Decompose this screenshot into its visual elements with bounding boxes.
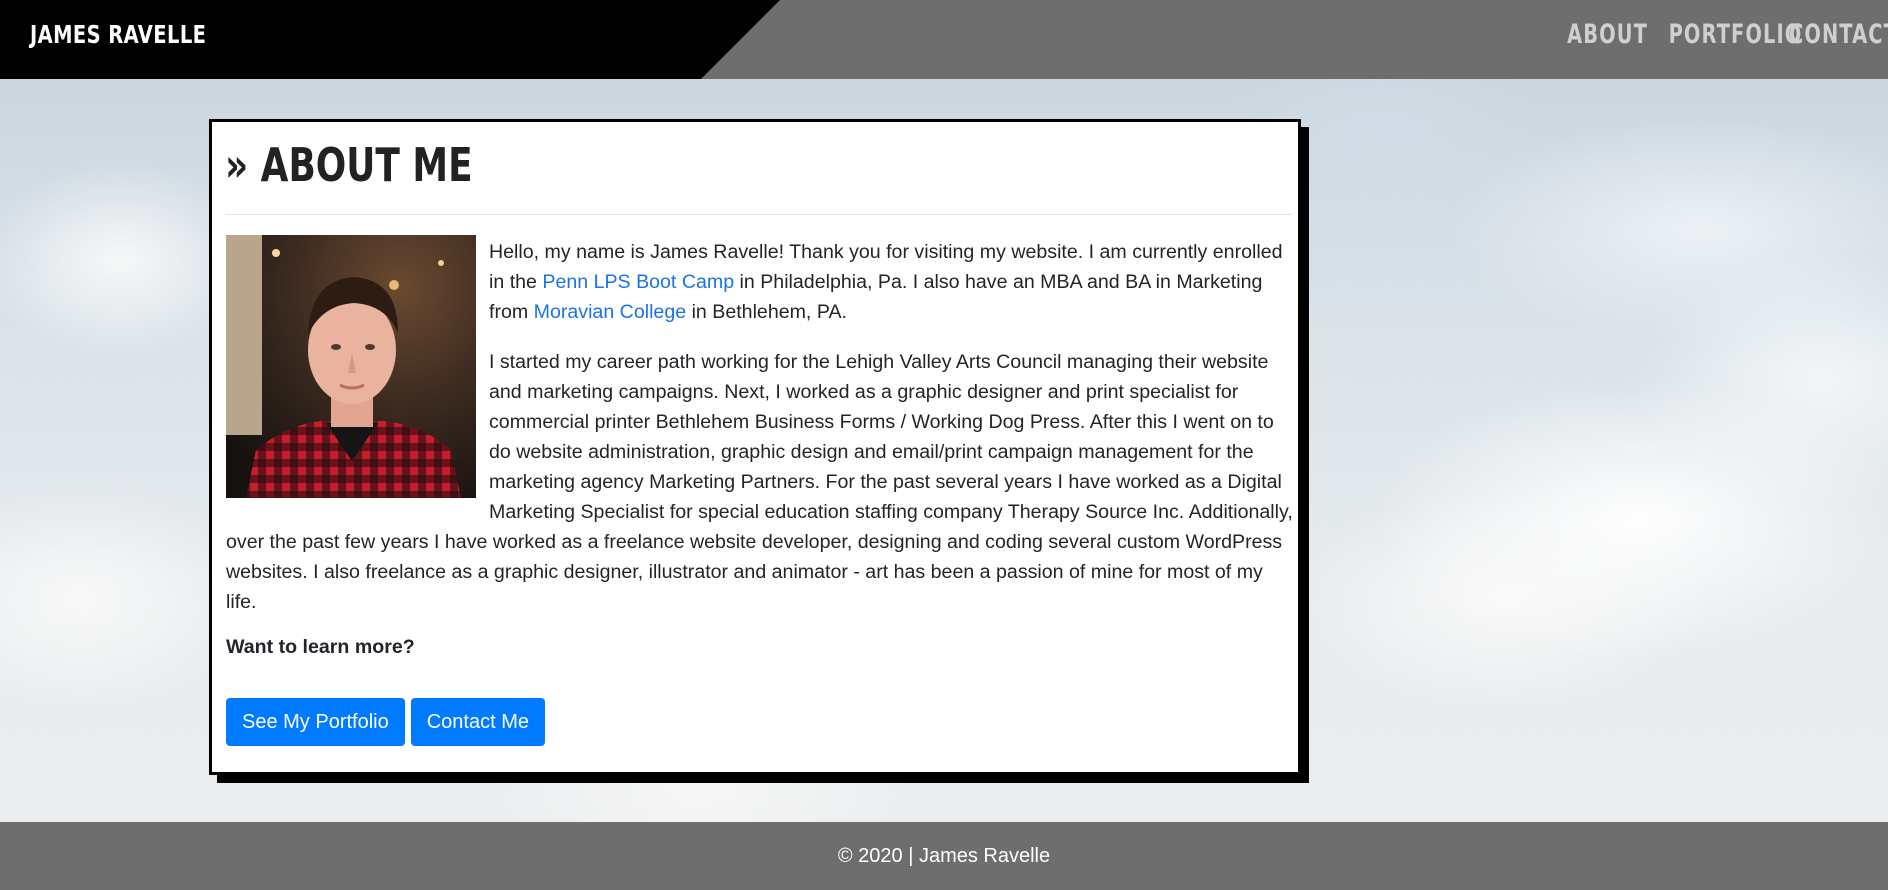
site-footer: © 2020 | James Ravelle bbox=[0, 822, 1888, 890]
site-brand[interactable]: JAMES RAVELLE bbox=[30, 20, 206, 49]
moravian-college-link[interactable]: Moravian College bbox=[534, 301, 686, 323]
photo-spacer bbox=[226, 237, 476, 500]
contact-me-button[interactable]: Contact Me bbox=[410, 698, 545, 746]
page-title: » ABOUT ME bbox=[225, 138, 473, 192]
about-text: Hello, my name is James Ravelle! Thank y… bbox=[226, 237, 1296, 637]
nav-portfolio-link[interactable]: PORTFOLIO bbox=[1669, 19, 1802, 50]
about-card: » ABOUT ME Hello, my name is James Ravel… bbox=[209, 119, 1301, 775]
nav-about-link[interactable]: ABOUT bbox=[1567, 19, 1647, 50]
penn-lps-link[interactable]: Penn LPS Boot Camp bbox=[542, 271, 734, 293]
paragraph-text: in Bethlehem, PA. bbox=[686, 301, 847, 323]
footer-copyright: © 2020 | James Ravelle bbox=[837, 844, 1051, 867]
nav-contact-link[interactable]: CONTACT bbox=[1789, 19, 1888, 50]
title-divider bbox=[225, 214, 1292, 215]
learn-more-text: Want to learn more? bbox=[226, 636, 415, 658]
site-header: JAMES RAVELLE ABOUT PORTFOLIO CONTACT bbox=[0, 0, 1888, 79]
see-portfolio-button[interactable]: See My Portfolio bbox=[226, 698, 405, 746]
main-nav: ABOUT PORTFOLIO CONTACT bbox=[1543, 19, 1888, 50]
cta-buttons: See My Portfolio Contact Me bbox=[226, 698, 545, 746]
